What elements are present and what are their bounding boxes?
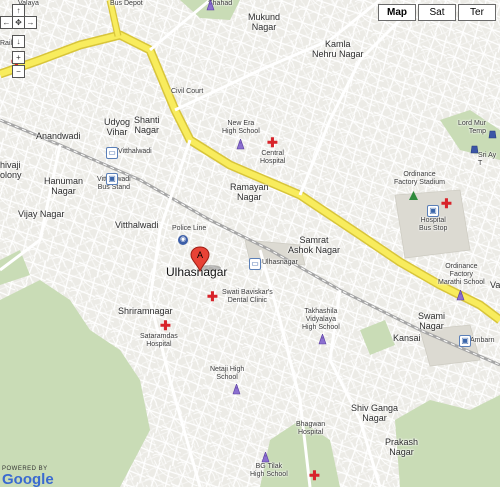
label-udyog-vihar: Udyog Vihar [104,117,131,137]
temple-icon[interactable] [470,143,479,154]
label-ordinance-factory-marathi-school: Ordinance Factory Marathi School [438,263,485,286]
train-station-icon[interactable]: ▭ [249,258,261,270]
label-va: Va [490,280,500,290]
label-new-era-high-school: New Era High School [222,120,260,135]
school-icon[interactable] [232,384,241,395]
label-shivaji-colony: hivaji olony [0,160,22,180]
label-shanti-nagar: Shanti Nagar [134,115,160,135]
label-lord-mur-temp: Lord Mur Temp [458,120,487,135]
label-netaji-high-school: Netaji High School [210,366,245,381]
label-ordinance-factory-stadium: Ordinance Factory Stadium [394,171,445,186]
label-prakash-nagar: Prakash Nagar [385,437,419,457]
temple-icon[interactable] [488,128,497,139]
label-hospital-bus-stop: Hospital Bus Stop [419,217,448,232]
hospital-icon[interactable]: ✚ [207,290,218,303]
label-ramayan-nagar: Ramayan Nagar [230,182,269,202]
police-icon[interactable]: ◉ [178,235,188,245]
label-central-hospital: Central Hospital [260,150,286,165]
label-mukund-nagar: Mukund Nagar [248,12,281,32]
school-icon[interactable] [206,0,215,11]
label-vijay-nagar: Vijay Nagar [18,209,65,219]
label-sri-ay: Sri Ay T [478,152,497,167]
label-bus-depot: Bus Depot [110,0,143,7]
label-kansai: Kansai [393,333,421,343]
label-bhagwan-hospital: Bhagwan Hospital [296,421,326,436]
powered-by-google-logo[interactable]: POWERED BY Google [2,466,54,487]
google-logo-text: Google [2,471,54,487]
label-swati-dental-clinic: Swati Baviskar's Dental Clinic [222,289,273,304]
label-samrat-ashok-nagar: Samrat Ashok Nagar [288,235,341,255]
school-icon[interactable] [236,139,245,150]
map-type-control: Map Sat Ter [378,4,496,21]
label-vitthalwadi-station: Vitthalwadi [118,148,152,155]
label-vitthalwadi: Vitthalwadi [115,220,159,230]
map-type-map-button[interactable]: Map [378,4,416,21]
map-type-satellite-button[interactable]: Sat [418,4,456,21]
hospital-icon[interactable]: ✚ [160,319,171,332]
label-swami-nagar: Swami Nagar [418,311,446,331]
label-shriramnagar: Shriramnagar [118,306,173,316]
label-police-line: Police Line [172,225,207,232]
label-sataramdas-hospital: Sataramdas Hospital [140,333,178,348]
school-icon[interactable] [318,334,327,345]
marker-letter: A [197,250,203,260]
school-icon[interactable] [456,290,465,301]
map-type-terrain-button[interactable]: Ter [458,4,496,21]
label-ambarn: Ambarn [470,337,495,344]
map-base-layer [0,0,500,487]
map-view[interactable]: Valaya Railw Bus Depot Shahad Mukund Nag… [0,0,500,487]
bus-stop-icon[interactable]: ▣ [459,335,471,347]
label-kamla-nehru-nagar: Kamla Nehru Nagar [312,39,364,59]
label-ulhasnagar-station: Ulhasnagar [262,259,298,266]
bus-stop-icon[interactable]: ▣ [106,173,118,185]
zoom-out-button[interactable]: − [12,65,25,78]
location-marker-a[interactable]: A [190,246,224,272]
bus-stop-icon[interactable]: ▣ [427,205,439,217]
hospital-icon[interactable]: ✚ [267,136,278,149]
label-hanuman-nagar: Hanuman Nagar [44,176,84,196]
label-anandwadi: Anandwadi [36,131,81,141]
zoom-in-button[interactable]: + [12,51,25,64]
stadium-icon[interactable] [408,190,419,201]
hospital-icon[interactable]: ✚ [441,197,452,210]
hospital-icon[interactable]: ✚ [309,469,320,482]
label-bg-tilak-high-school: BG Tilak High School [250,463,288,478]
pan-right-button[interactable]: → [24,16,37,29]
label-shiv-ganga-nagar: Shiv Ganga Nagar [351,403,399,423]
label-civil-court: Civil Court [171,88,204,95]
pan-down-button[interactable]: ↓ [12,35,25,48]
label-takhashila-school: Takhashila Vidyalaya High School [302,308,340,331]
train-station-icon[interactable]: ▭ [106,147,118,159]
school-icon[interactable] [261,452,270,463]
